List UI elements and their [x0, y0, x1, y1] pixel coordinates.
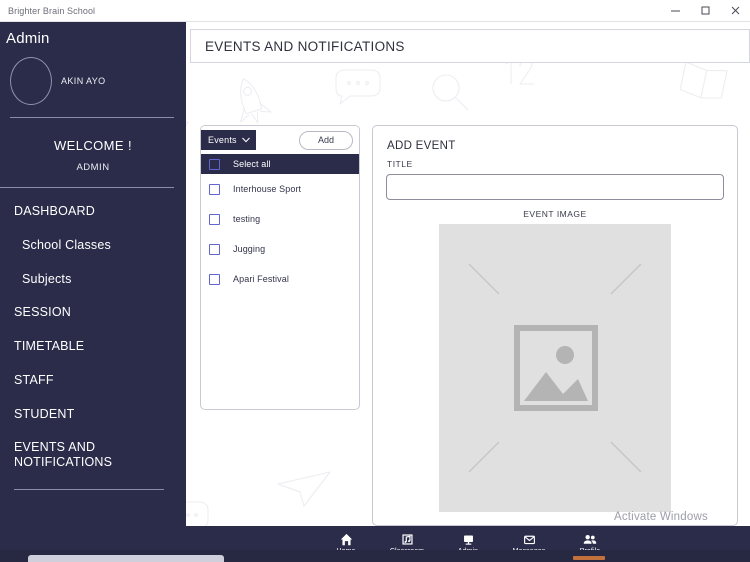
- sidebar-item-school-classes[interactable]: School Classes: [0, 238, 186, 253]
- window-controls: [660, 0, 750, 22]
- sidebar-item-student[interactable]: STUDENT: [0, 407, 186, 422]
- main-content: EVENTS AND NOTIFICATIONS Events Add Sele…: [186, 22, 750, 562]
- people-icon: [583, 533, 597, 546]
- sidebar-item-dashboard[interactable]: DASHBOARD: [0, 204, 186, 219]
- sidebar-item-staff[interactable]: STAFF: [0, 373, 186, 388]
- window-titlebar: Brighter Brain School: [0, 0, 750, 22]
- event-label: Interhouse Sport: [233, 184, 302, 194]
- app-window: Admin AKIN AYO WELCOME ! ADMIN DASHBOARD…: [0, 22, 750, 562]
- sidebar: Admin AKIN AYO WELCOME ! ADMIN DASHBOARD…: [0, 22, 186, 562]
- list-item[interactable]: Interhouse Sport: [201, 174, 359, 204]
- events-type-dropdown-value: Events: [208, 135, 237, 145]
- page-title: EVENTS AND NOTIFICATIONS: [205, 38, 405, 54]
- classroom-icon: [401, 533, 414, 546]
- event-label: Jugging: [233, 244, 266, 254]
- sidebar-item-events-and-notifications[interactable]: EVENTS AND NOTIFICATIONS: [0, 440, 120, 470]
- sidebar-item-subjects[interactable]: Subjects: [0, 272, 186, 287]
- events-list-panel: Events Add Select all Interhouse Sport t…: [200, 125, 360, 410]
- event-checkbox[interactable]: [209, 243, 220, 255]
- select-all-checkbox[interactable]: [209, 158, 220, 170]
- select-all-label: Select all: [233, 159, 271, 169]
- home-icon: [340, 533, 353, 546]
- chevron-down-icon: [241, 137, 250, 143]
- avatar: [10, 57, 52, 105]
- event-image-dropzone[interactable]: [439, 224, 671, 512]
- taskbar-highlight[interactable]: [573, 556, 605, 560]
- sidebar-profile[interactable]: AKIN AYO: [0, 47, 186, 105]
- add-event-button[interactable]: Add: [299, 130, 353, 150]
- event-image-label: EVENT IMAGE: [523, 209, 587, 219]
- sidebar-divider-mid: [0, 187, 174, 188]
- taskbar-window-preview[interactable]: [28, 555, 224, 562]
- window-title: Brighter Brain School: [8, 5, 96, 16]
- event-checkbox[interactable]: [209, 273, 220, 285]
- maximize-button[interactable]: [690, 0, 720, 22]
- sidebar-title: Admin: [6, 30, 50, 47]
- title-field-label: TITLE: [387, 159, 413, 169]
- minimize-button[interactable]: [660, 0, 690, 22]
- page-header: EVENTS AND NOTIFICATIONS: [190, 29, 750, 63]
- form-title: ADD EVENT: [387, 140, 456, 152]
- profile-name: AKIN AYO: [61, 76, 106, 86]
- select-all-row[interactable]: Select all: [201, 154, 359, 174]
- close-button[interactable]: [720, 0, 750, 22]
- event-checkbox[interactable]: [209, 213, 220, 225]
- add-event-form: ADD EVENT TITLE EVENT IMAGE: [372, 125, 738, 526]
- welcome-text: WELCOME !: [54, 138, 132, 153]
- os-taskbar: [0, 550, 750, 562]
- list-item[interactable]: Jugging: [201, 234, 359, 264]
- sidebar-item-timetable[interactable]: TIMETABLE: [0, 339, 186, 354]
- sidebar-divider-top: [10, 117, 174, 118]
- event-label: Apari Festival: [233, 274, 289, 284]
- event-checkbox[interactable]: [209, 183, 220, 195]
- image-placeholder-icon: [468, 263, 642, 473]
- list-toolbar: Events Add: [201, 126, 359, 154]
- event-label: testing: [233, 214, 261, 224]
- list-item[interactable]: testing: [201, 204, 359, 234]
- admin-monitor-icon: [462, 533, 475, 546]
- sidebar-item-session[interactable]: SESSION: [0, 305, 186, 320]
- sidebar-divider-bottom: [14, 488, 164, 490]
- sidebar-nav: DASHBOARD School Classes Subjects SESSIO…: [0, 204, 186, 470]
- event-title-input[interactable]: [386, 174, 724, 200]
- list-item[interactable]: Apari Festival: [201, 264, 359, 294]
- events-type-dropdown[interactable]: Events: [201, 130, 256, 150]
- envelope-icon: [523, 533, 536, 546]
- welcome-role: ADMIN: [76, 162, 110, 173]
